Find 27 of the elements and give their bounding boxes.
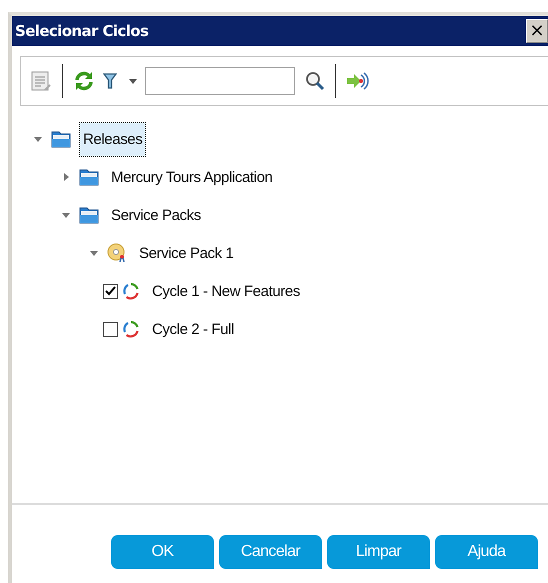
search-field[interactable] xyxy=(145,67,295,95)
cycle-icon xyxy=(122,320,140,338)
caret-icon[interactable] xyxy=(129,78,137,84)
tree-item[interactable]: Cycle 1 - New Features xyxy=(148,274,304,308)
tree-item[interactable]: Service Pack 1 xyxy=(135,236,238,270)
cycle-icon xyxy=(122,282,140,300)
tree-item[interactable]: Releases xyxy=(79,122,146,156)
checkbox[interactable] xyxy=(103,284,118,298)
window-title: Selecionar Ciclos xyxy=(15,22,148,40)
tree-item[interactable]: Cycle 2 - Full xyxy=(148,312,238,346)
collapse-arrow-icon[interactable] xyxy=(89,248,99,258)
checkbox[interactable] xyxy=(103,322,118,336)
folder-icon xyxy=(79,168,99,186)
collapse-arrow-icon[interactable] xyxy=(61,210,71,220)
folder-icon xyxy=(79,206,99,224)
close-button[interactable]: × xyxy=(526,19,548,43)
expand-arrow-icon[interactable] xyxy=(61,172,71,182)
search-icon[interactable] xyxy=(305,71,325,91)
filter-icon[interactable] xyxy=(103,72,117,90)
disc-icon xyxy=(107,243,127,263)
tree-item[interactable]: Mercury Tours Application xyxy=(107,160,276,194)
folder-icon xyxy=(51,130,71,148)
refresh-icon[interactable] xyxy=(73,70,95,92)
arrow-icon[interactable] xyxy=(346,71,370,91)
tree-item[interactable]: Service Packs xyxy=(107,198,205,232)
notes-icon[interactable] xyxy=(30,70,52,92)
collapse-arrow-icon[interactable] xyxy=(33,134,43,144)
